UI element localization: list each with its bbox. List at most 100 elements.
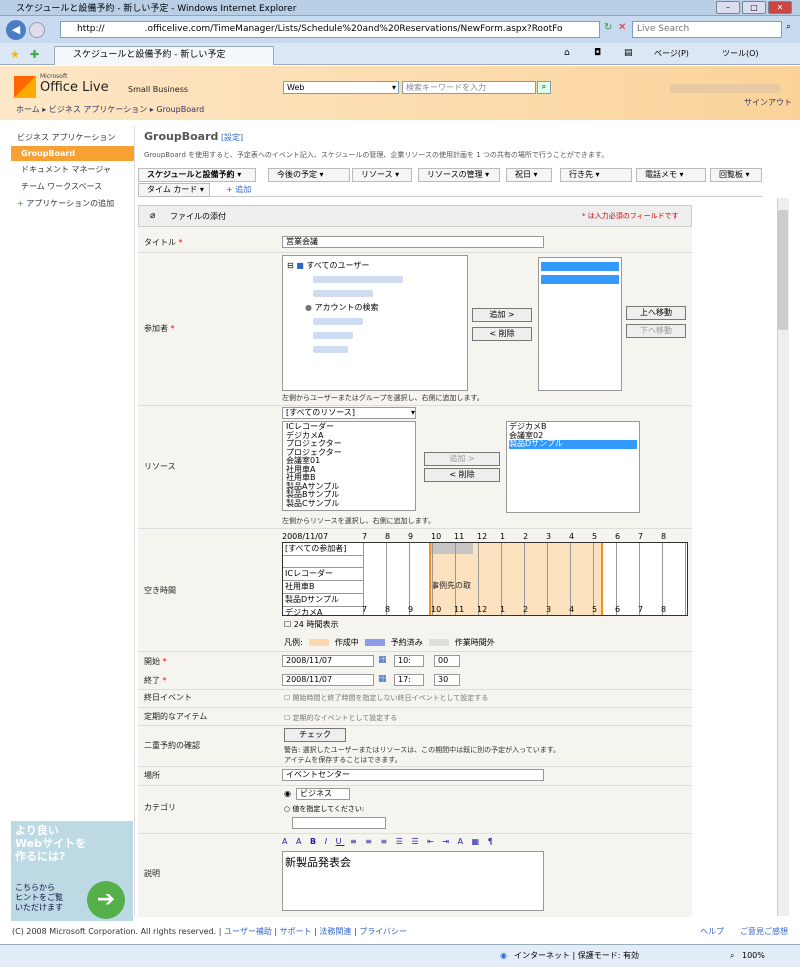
- resource-filter-select[interactable]: [すべてのリソース] ▾: [282, 407, 416, 419]
- breadcrumb-home[interactable]: ホーム: [16, 105, 40, 114]
- settings-link[interactable]: [設定]: [221, 133, 243, 142]
- calendar-icon[interactable]: ▦: [378, 674, 387, 684]
- attach-link[interactable]: ファイルの添付: [170, 211, 226, 222]
- grid-date: 2008/11/07: [282, 532, 329, 541]
- title-input[interactable]: 営業会議: [282, 236, 544, 248]
- search-scope-select[interactable]: Web ▾: [283, 81, 399, 94]
- feed-icon[interactable]: ◘: [594, 48, 601, 58]
- paperclip-icon[interactable]: ⌀: [150, 211, 155, 221]
- selected-resource[interactable]: 製品Dサンプル: [509, 439, 637, 449]
- menu-add[interactable]: + 追加: [226, 184, 251, 195]
- resource-add-button[interactable]: 追加 >: [424, 452, 500, 466]
- menu-item[interactable]: 祝日 ▾: [506, 168, 552, 182]
- start-minute-select[interactable]: 00: [434, 655, 460, 667]
- footer-link[interactable]: ユーザー補助: [224, 927, 272, 936]
- start-hour-select[interactable]: 10:: [394, 655, 424, 667]
- menu-item[interactable]: 回覧板 ▾: [710, 168, 762, 182]
- back-icon[interactable]: ◀: [6, 19, 26, 40]
- user-tree[interactable]: ⊟ ■ すべてのユーザー ● アカウントの検索: [282, 255, 468, 391]
- zoom-level[interactable]: 100%: [742, 945, 765, 967]
- menu-item[interactable]: リソース ▾: [352, 168, 412, 182]
- legend-booked: 予約済み: [390, 638, 423, 647]
- selected-participants[interactable]: [538, 257, 622, 391]
- leftnav-heading[interactable]: ビジネス アプリケーション: [11, 126, 134, 146]
- minimize-button[interactable]: –: [716, 1, 740, 14]
- account-search[interactable]: ● アカウントの検索: [305, 302, 379, 313]
- footer-link[interactable]: 法務関連: [319, 927, 351, 936]
- end-hour-select[interactable]: 17:: [394, 674, 424, 686]
- recur-checkbox[interactable]: ☐ 定期的なイベントとして設定する: [284, 713, 397, 723]
- favorites-star-icon[interactable]: ★: [10, 48, 20, 61]
- live-search-input[interactable]: Live Search: [632, 21, 782, 38]
- arrow-right-icon[interactable]: ➔: [87, 881, 125, 919]
- print-icon[interactable]: ▤: [624, 48, 633, 58]
- description-editor[interactable]: 新製品発表会: [282, 851, 544, 911]
- tree-user[interactable]: [313, 346, 348, 353]
- scrollbar-thumb[interactable]: [778, 210, 788, 330]
- home-icon[interactable]: ⌂: [564, 48, 570, 58]
- menu-item[interactable]: タイム カード ▾: [138, 183, 210, 197]
- menu-item[interactable]: 電話メモ ▾: [636, 168, 706, 182]
- end-minute-select[interactable]: 30: [434, 674, 460, 686]
- category-select[interactable]: ビジネス: [296, 788, 350, 800]
- zoom-icon[interactable]: ⌕: [730, 945, 734, 967]
- tree-user[interactable]: [313, 318, 363, 325]
- tree-user[interactable]: [313, 276, 403, 283]
- site-search-input[interactable]: 検索キーワードを入力: [402, 81, 536, 94]
- menu-item[interactable]: スケジュールと設備予約 ▾: [138, 168, 256, 182]
- stop-icon[interactable]: ✕: [618, 22, 626, 33]
- refresh-icon[interactable]: ↻: [604, 22, 612, 33]
- leftnav-teamworkspace[interactable]: チーム ワークスペース: [11, 178, 134, 195]
- category-radio-business[interactable]: ◉: [284, 789, 291, 798]
- resource-list[interactable]: ICレコーダー デジカメA プロジェクター プロジェクター 会議室01 社用車A…: [282, 421, 416, 511]
- tree-user[interactable]: [313, 332, 353, 339]
- participant-remove-button[interactable]: < 削除: [472, 327, 532, 341]
- end-date-input[interactable]: 2008/11/07: [282, 674, 374, 686]
- maximize-button[interactable]: □: [742, 1, 766, 14]
- menu-item[interactable]: 今後の予定 ▾: [268, 168, 350, 182]
- grid-rows: [すべての参加者] ICレコーダー 社用車B 製品Dサンプル デジカメA: [283, 543, 363, 619]
- breadcrumb: ホーム ▸ ビジネス アプリケーション ▸ GroupBoard: [16, 105, 205, 114]
- leftnav-docmanager[interactable]: ドキュメント マネージャ: [11, 161, 134, 178]
- check-button[interactable]: チェック: [284, 728, 346, 742]
- divider: [138, 766, 692, 767]
- calendar-icon[interactable]: ▦: [378, 655, 387, 665]
- selected-user[interactable]: [541, 275, 619, 284]
- search-icon[interactable]: ⌕: [786, 22, 791, 32]
- category-other-input[interactable]: [292, 817, 386, 829]
- address-input[interactable]: http:// .officelive.com/TimeManager/List…: [60, 21, 600, 38]
- place-input[interactable]: イベントセンター: [282, 769, 544, 781]
- tree-root[interactable]: ⊟ ■ すべてのユーザー: [287, 260, 369, 271]
- category-radio-other[interactable]: ○ 値を指定してください:: [284, 804, 364, 814]
- leftnav-groupboard[interactable]: GroupBoard: [11, 146, 134, 161]
- signout-link[interactable]: サインアウト: [744, 97, 792, 108]
- footer-link[interactable]: プライバシー: [359, 927, 407, 936]
- browser-tab[interactable]: スケジュールと設備予約 - 新しい予定: [54, 46, 274, 65]
- breadcrumb-apps[interactable]: ビジネス アプリケーション: [49, 105, 147, 114]
- feedback-link[interactable]: ご意見ご感想: [740, 924, 788, 940]
- resource-item[interactable]: 製品Cサンプル: [286, 499, 412, 509]
- allday-checkbox[interactable]: ☐ 開始時間と終了時間を指定しない終日イベントとして設定する: [284, 693, 488, 703]
- menu-item[interactable]: 行き先 ▾: [560, 168, 632, 182]
- site-search-button[interactable]: ⌕: [537, 81, 551, 94]
- close-button[interactable]: ✕: [768, 1, 792, 14]
- menu-item[interactable]: リソースの管理 ▾: [418, 168, 500, 182]
- rich-text-toolbar[interactable]: A A B I U ≡ ≡ ≡ ☰ ☰ ⇤ ⇥ A ▦ ¶: [282, 837, 544, 851]
- tree-user[interactable]: [313, 290, 373, 297]
- move-up-button[interactable]: 上へ移動: [626, 306, 686, 320]
- start-date-input[interactable]: 2008/11/07: [282, 655, 374, 667]
- tools-menu[interactable]: ツール(O): [722, 48, 759, 59]
- page-menu[interactable]: ページ(P): [654, 48, 689, 59]
- selected-resources[interactable]: デジカメB 会議室02 製品Dサンプル: [506, 421, 640, 513]
- footer-link[interactable]: サポート: [280, 927, 312, 936]
- participant-add-button[interactable]: 追加 >: [472, 308, 532, 322]
- move-down-button[interactable]: 下へ移動: [626, 324, 686, 338]
- add-favorites-icon[interactable]: ✚: [30, 48, 39, 61]
- selected-user[interactable]: [541, 262, 619, 271]
- leftnav-add-app[interactable]: + アプリケーションの追加: [11, 195, 134, 212]
- forward-icon[interactable]: [29, 21, 45, 38]
- ad-banner[interactable]: より良い Webサイトを 作るには? こちらから ヒントをご覧 いただけます ➔: [11, 821, 133, 921]
- help-link[interactable]: ヘルプ: [700, 924, 724, 940]
- resource-remove-button[interactable]: < 削除: [424, 468, 500, 482]
- show24-checkbox[interactable]: ☐ 24 時間表示: [284, 619, 338, 630]
